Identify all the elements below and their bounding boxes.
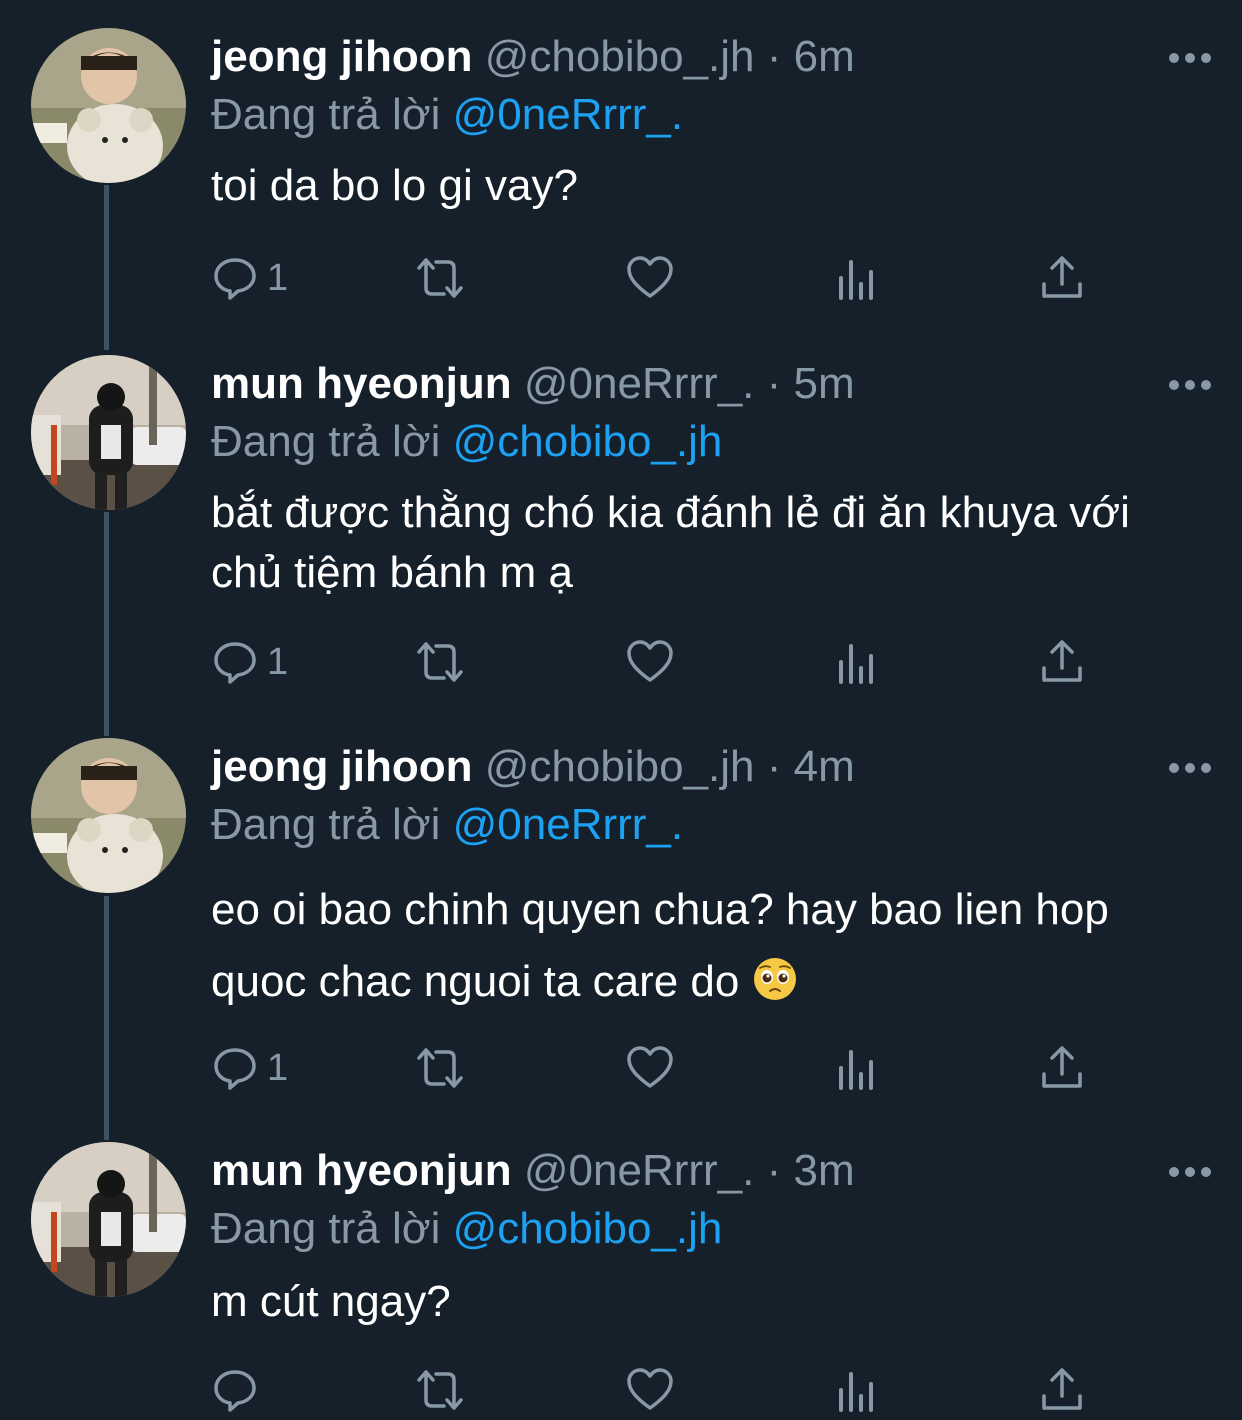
retweet-icon [417, 1370, 463, 1410]
reply-prefix: Đang trả lời [211, 417, 441, 466]
share-icon [1042, 640, 1082, 682]
reply-icon [214, 1048, 256, 1090]
tweet-text: bắt được thằng chó kia đánh lẻ đi ăn khu… [211, 488, 1130, 597]
thread-line [104, 512, 109, 736]
thread-line [104, 896, 109, 1140]
analytics-icon [839, 644, 873, 684]
avatar[interactable] [31, 28, 186, 183]
reply-icon [214, 258, 256, 300]
tweet-text: eo oi bao chinh quyen chua? hay bao lien… [211, 885, 1109, 1006]
action-bar: 1 [211, 632, 1111, 692]
separator: · [766, 32, 782, 81]
handle[interactable]: @0neRrrr_. [524, 359, 755, 408]
tweet-header: jeong jihoon @chobibo_.jh · 4m [211, 738, 1202, 796]
reply-button[interactable]: 1 [211, 248, 288, 308]
separator: · [766, 1146, 782, 1195]
avatar[interactable] [31, 738, 186, 893]
display-name[interactable]: mun hyeonjun [211, 359, 512, 408]
timestamp[interactable]: 4m [794, 742, 855, 791]
analytics-icon [839, 1372, 873, 1412]
analytics-button[interactable] [833, 1038, 881, 1098]
replying-to: Đang trả lời @0neRrrr_. [211, 796, 1202, 854]
like-button[interactable] [626, 1038, 674, 1098]
retweet-icon [417, 1048, 463, 1088]
retweet-button[interactable] [416, 1038, 464, 1098]
more-icon[interactable] [1168, 1166, 1212, 1178]
more-icon[interactable] [1168, 52, 1212, 64]
more-icon[interactable] [1168, 379, 1212, 391]
retweet-button[interactable] [416, 248, 464, 308]
action-bar: 1 [211, 1038, 1111, 1098]
retweet-button[interactable] [416, 632, 464, 692]
share-button[interactable] [1038, 632, 1086, 692]
reply-icon [214, 642, 256, 684]
mention-link[interactable]: @0neRrrr_. [453, 800, 684, 849]
share-icon [1042, 1046, 1082, 1088]
analytics-button[interactable] [833, 632, 881, 692]
handle[interactable]: @0neRrrr_. [524, 1146, 755, 1195]
mention-link[interactable]: @chobibo_.jh [453, 1204, 723, 1253]
reply-prefix: Đang trả lời [211, 90, 441, 139]
separator: · [766, 359, 782, 408]
pleading-face-emoji [753, 958, 796, 1000]
share-icon [1042, 1368, 1082, 1410]
replying-to: Đang trả lời @chobibo_.jh [211, 1200, 1202, 1258]
handle[interactable]: @chobibo_.jh [485, 742, 755, 791]
more-icon[interactable] [1168, 762, 1212, 774]
thread-line [104, 185, 109, 350]
display-name[interactable]: jeong jihoon [211, 742, 473, 791]
timestamp[interactable]: 3m [794, 1146, 855, 1195]
tweet-text-block: eo oi bao chinh quyen chua? hay bao lien… [211, 874, 1202, 1018]
retweet-icon [417, 258, 463, 298]
reply-count: 1 [267, 1046, 289, 1089]
like-icon [627, 256, 673, 298]
like-icon [627, 1368, 673, 1410]
reply-icon [214, 1370, 256, 1412]
reply-prefix: Đang trả lời [211, 800, 441, 849]
analytics-icon [839, 1050, 873, 1090]
like-button[interactable] [626, 632, 674, 692]
handle[interactable]: @chobibo_.jh [485, 32, 755, 81]
tweet-header: mun hyeonjun @0neRrrr_. · 5m [211, 355, 1202, 413]
mention-link[interactable]: @0neRrrr_. [453, 90, 684, 139]
replying-to: Đang trả lời @0neRrrr_. [211, 86, 1202, 144]
tweet-text: toi da bo lo gi vay? [211, 161, 578, 210]
reply-button[interactable]: 1 [211, 1038, 288, 1098]
reply-button[interactable]: 1 [211, 632, 288, 692]
analytics-icon [839, 260, 873, 300]
tweet-header: jeong jihoon @chobibo_.jh · 6m [211, 28, 1202, 86]
display-name[interactable]: jeong jihoon [211, 32, 473, 81]
like-button[interactable] [626, 248, 674, 308]
share-icon [1042, 256, 1082, 298]
avatar[interactable] [31, 1142, 186, 1297]
analytics-button[interactable] [833, 248, 881, 308]
like-button[interactable] [626, 1360, 674, 1420]
tweet-header: mun hyeonjun @0neRrrr_. · 3m [211, 1142, 1202, 1200]
separator: · [766, 742, 782, 791]
mention-link[interactable]: @chobibo_.jh [453, 417, 723, 466]
reply-button[interactable] [211, 1360, 267, 1420]
timestamp[interactable]: 6m [794, 32, 855, 81]
display-name[interactable]: mun hyeonjun [211, 1146, 512, 1195]
like-icon [627, 640, 673, 682]
analytics-button[interactable] [833, 1360, 881, 1420]
retweet-button[interactable] [416, 1360, 464, 1420]
timestamp[interactable]: 5m [794, 359, 855, 408]
reply-count: 1 [267, 256, 289, 299]
share-button[interactable] [1038, 1360, 1086, 1420]
like-icon [627, 1046, 673, 1088]
tweet-text: m cút ngay? [211, 1277, 451, 1326]
retweet-icon [417, 642, 463, 682]
share-button[interactable] [1038, 1038, 1086, 1098]
reply-count: 1 [267, 640, 289, 683]
action-bar [211, 1360, 1111, 1420]
action-bar: 1 [211, 248, 1111, 308]
reply-prefix: Đang trả lời [211, 1204, 441, 1253]
share-button[interactable] [1038, 248, 1086, 308]
replying-to: Đang trả lời @chobibo_.jh [211, 413, 1202, 471]
avatar[interactable] [31, 355, 186, 510]
